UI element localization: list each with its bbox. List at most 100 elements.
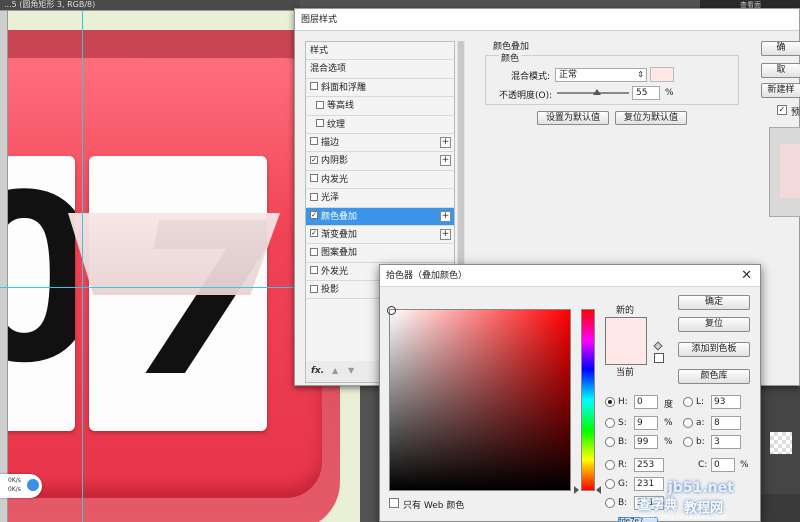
- web-safe-icon[interactable]: [654, 353, 664, 363]
- checked-checkbox[interactable]: ✓: [310, 155, 318, 164]
- style-item[interactable]: ✓ 颜色叠加 +: [306, 207, 454, 226]
- h-radio[interactable]: [605, 397, 615, 407]
- style-item-label: 混合选项: [310, 64, 347, 75]
- a-input[interactable]: 8: [711, 416, 741, 430]
- c-input[interactable]: 0: [711, 458, 735, 472]
- opacity-slider-handle[interactable]: [592, 89, 601, 95]
- l-input[interactable]: 93: [711, 395, 741, 409]
- r-radio[interactable]: [605, 460, 615, 470]
- vertical-guide[interactable]: [82, 10, 83, 522]
- a-radio[interactable]: [683, 418, 693, 428]
- blend-mode-select[interactable]: 正常 ⇕: [555, 68, 647, 82]
- blue-radio[interactable]: [605, 498, 615, 508]
- add-effect-icon[interactable]: +: [440, 155, 451, 167]
- picker-reset-button[interactable]: 复位: [678, 317, 750, 332]
- lab-b-radio[interactable]: [683, 437, 693, 447]
- a-label: a:: [696, 418, 705, 428]
- ok-button[interactable]: 确: [761, 41, 800, 56]
- style-item-label: 渐变叠加: [321, 229, 358, 240]
- cancel-button[interactable]: 取: [761, 63, 800, 78]
- opacity-input[interactable]: 55: [632, 86, 660, 100]
- add-effect-icon[interactable]: +: [440, 136, 451, 148]
- web-only-checkbox[interactable]: [389, 498, 399, 508]
- s-radio[interactable]: [605, 418, 615, 428]
- hue-arrow-right-icon[interactable]: [596, 486, 601, 494]
- move-down-icon[interactable]: ▼: [348, 361, 354, 381]
- checked-checkbox[interactable]: ✓: [310, 211, 318, 220]
- hue-arrow-left-icon[interactable]: [574, 486, 579, 494]
- l-radio[interactable]: [683, 397, 693, 407]
- color-marker[interactable]: [387, 306, 396, 315]
- checkbox[interactable]: [310, 247, 318, 256]
- new-color-label: 新的: [616, 306, 635, 316]
- close-icon[interactable]: ✕: [741, 268, 752, 283]
- style-item[interactable]: 光泽: [306, 189, 454, 208]
- overlay-color-swatch[interactable]: [650, 67, 674, 82]
- checkbox[interactable]: [310, 192, 318, 201]
- speed-ball-icon: [27, 479, 39, 491]
- new-style-button[interactable]: 新建样: [761, 83, 800, 98]
- watermark: jb51.net 查字典 教程网 jiaocheng.chazidian.com: [620, 478, 800, 522]
- style-item-label: 外发光: [321, 266, 349, 277]
- watermark-left-text: 查字典: [638, 498, 678, 513]
- digit-card-left: 0: [0, 156, 75, 431]
- add-effect-icon[interactable]: +: [440, 210, 451, 222]
- checkbox[interactable]: [316, 100, 324, 109]
- set-default-button[interactable]: 设置为默认值: [537, 111, 609, 125]
- left-ruler: [0, 10, 8, 522]
- hue-slider[interactable]: [581, 309, 595, 491]
- preview-checkbox[interactable]: ✓: [777, 105, 787, 115]
- checkbox[interactable]: [310, 174, 318, 183]
- style-item[interactable]: 图案叠加: [306, 244, 454, 263]
- document-tab[interactable]: ...5 (圆角矩形 3, RGB/8): [0, 0, 300, 10]
- network-speed-widget[interactable]: 0K/s 0K/s: [0, 474, 42, 498]
- r-input[interactable]: 253: [634, 458, 664, 472]
- gamut-cube-icon[interactable]: [653, 341, 663, 351]
- checkbox[interactable]: [310, 137, 318, 146]
- style-item[interactable]: 描边 +: [306, 134, 454, 153]
- lab-b-input[interactable]: 3: [711, 435, 741, 449]
- color-libraries-button[interactable]: 颜色库: [678, 369, 750, 384]
- g-radio[interactable]: [605, 479, 615, 489]
- brightness-input[interactable]: 99: [634, 435, 658, 449]
- checkbox[interactable]: [310, 284, 318, 293]
- reset-default-button[interactable]: 复位为默认值: [615, 111, 687, 125]
- s-label: S:: [618, 418, 627, 428]
- style-item-label: 斜面和浮雕: [321, 82, 367, 93]
- h-input[interactable]: 0: [634, 395, 658, 409]
- styles-header[interactable]: 样式: [306, 42, 454, 61]
- lab-b-label: b:: [696, 437, 705, 447]
- b-radio[interactable]: [605, 437, 615, 447]
- add-to-swatches-button[interactable]: 添加到色板: [678, 342, 750, 357]
- picker-ok-button[interactable]: 确定: [678, 295, 750, 310]
- s-input[interactable]: 9: [634, 416, 658, 430]
- style-preview: [769, 127, 800, 217]
- layer-thumbnail[interactable]: [770, 432, 792, 454]
- style-item[interactable]: ✓ 渐变叠加 +: [306, 226, 454, 245]
- saturation-brightness-field[interactable]: [387, 306, 571, 491]
- style-item[interactable]: 内发光: [306, 171, 454, 190]
- checkbox[interactable]: [310, 266, 318, 275]
- l-label: L:: [696, 397, 705, 407]
- style-item-label: 纹理: [327, 119, 346, 130]
- style-item-label: 内阴影: [321, 156, 349, 167]
- page-flap: [68, 213, 280, 295]
- style-item[interactable]: 混合选项: [306, 60, 454, 79]
- style-item-label: 光泽: [321, 193, 340, 204]
- digit-left: 0: [0, 166, 75, 396]
- h-label: H:: [618, 397, 628, 407]
- style-item[interactable]: 纹理: [306, 116, 454, 134]
- style-item-label: 等高线: [327, 101, 355, 112]
- style-item[interactable]: 等高线: [306, 97, 454, 116]
- style-item[interactable]: ✓ 内阴影 +: [306, 152, 454, 171]
- move-up-icon[interactable]: ▲: [332, 361, 338, 381]
- style-item[interactable]: 斜面和浮雕: [306, 79, 454, 98]
- checkbox[interactable]: [310, 82, 318, 91]
- checked-checkbox[interactable]: ✓: [310, 229, 318, 238]
- add-effect-icon[interactable]: +: [440, 228, 451, 240]
- color-picker-title: 拾色器（叠加颜色）: [380, 265, 760, 287]
- checkbox[interactable]: [316, 119, 324, 128]
- opacity-unit: %: [665, 88, 674, 98]
- fx-button[interactable]: fx.: [311, 366, 324, 376]
- opacity-slider[interactable]: [557, 89, 629, 95]
